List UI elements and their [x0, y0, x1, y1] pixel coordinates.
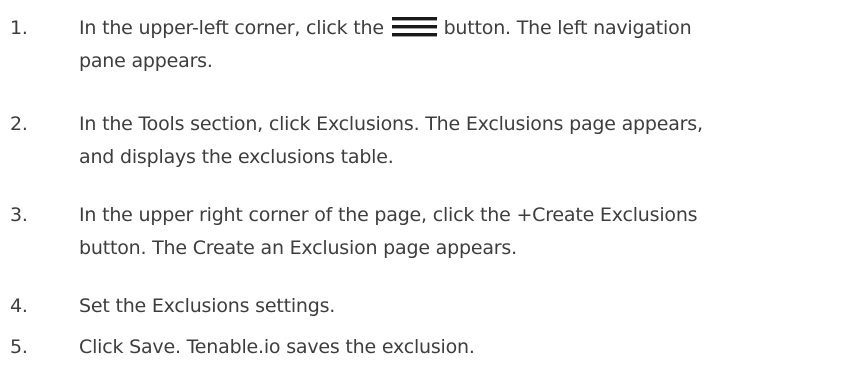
step-text-before-icon: In the upper-left corner, click the: [79, 17, 384, 39]
step-line-1: Set the Exclusions settings.: [79, 295, 336, 317]
hamburger-menu-icon: [391, 16, 437, 37]
step-line-2: and displays the exclusions table.: [79, 146, 394, 168]
step-text: In the upper right corner of the page, c…: [79, 199, 839, 265]
step-number: 3.: [10, 204, 28, 226]
step-text: Click Save. Tenable.io saves the exclusi…: [79, 331, 839, 364]
step-line-2: pane appears.: [79, 50, 213, 72]
step-number: 2.: [10, 113, 28, 135]
step-number: 4.: [10, 295, 28, 317]
step-line-1: Click Save. Tenable.io saves the exclusi…: [79, 336, 475, 358]
step-line-2: button. The Create an Exclusion page app…: [79, 237, 517, 259]
step-text: Set the Exclusions settings.: [79, 290, 839, 323]
step-line-1: In the upper-left corner, click the butt…: [79, 12, 839, 45]
step-text: In the upper-left corner, click the butt…: [79, 12, 839, 78]
step-line-1: In the Tools section, click Exclusions. …: [79, 113, 703, 135]
step-line-1: In the upper right corner of the page, c…: [79, 204, 698, 226]
step-text-after-icon: button. The left navigation: [443, 17, 692, 39]
step-number: 1.: [10, 17, 28, 39]
step-number: 5.: [10, 336, 28, 358]
step-text: In the Tools section, click Exclusions. …: [79, 108, 839, 174]
